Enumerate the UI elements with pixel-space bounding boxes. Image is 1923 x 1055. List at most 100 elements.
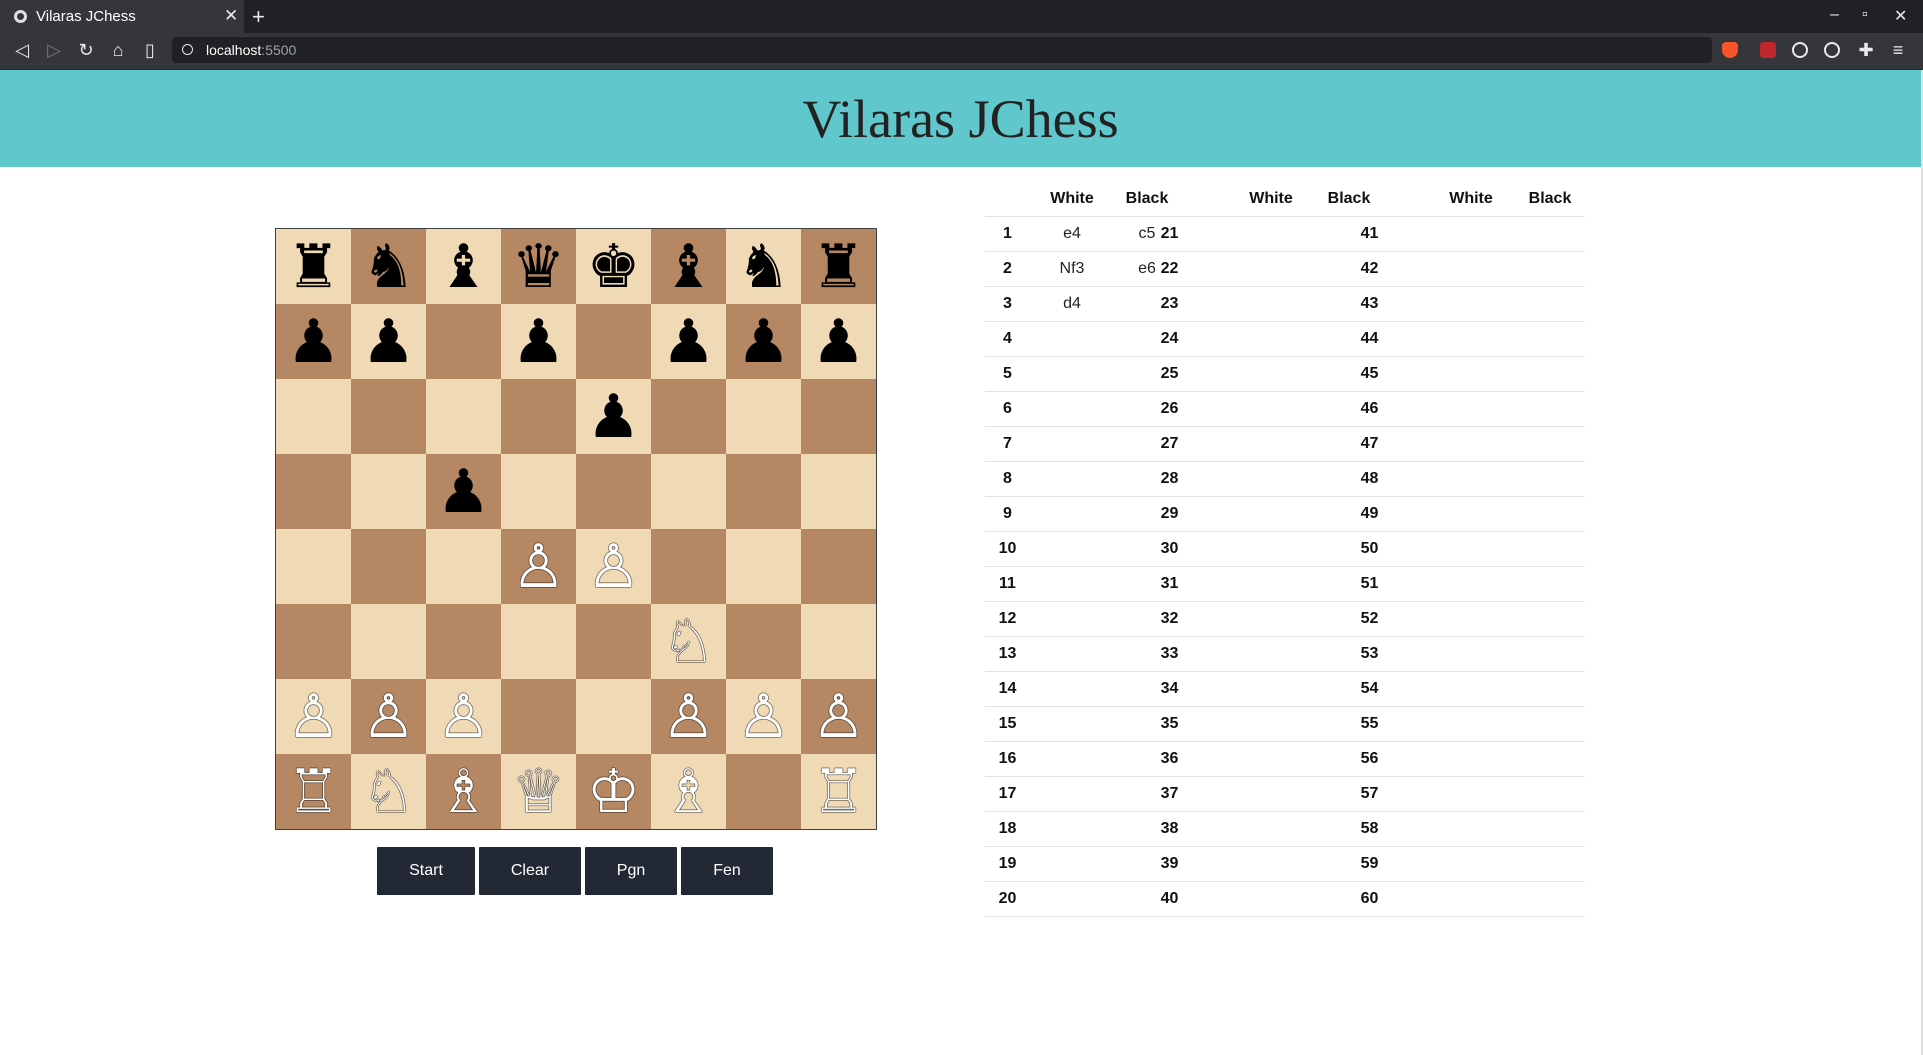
square-h4[interactable] — [801, 529, 876, 604]
white-pawn-piece[interactable]: ♙ — [287, 687, 341, 747]
white-pawn-piece[interactable]: ♙ — [587, 537, 641, 597]
square-a2[interactable]: ♙ — [276, 679, 351, 754]
reload-icon[interactable]: ↻ — [76, 40, 96, 61]
chess-board[interactable]: ♜ ♞ ♝ ♛ ♚ ♝ ♞ ♜ ♟ ♟ ♟ ♟ ♟ ♟ ♟ ♟ ♙ ♙ ♘ ♙ ♙ ♙ ♙ ♙ ♙ ♖ ♘ ♗ ♕ ♔ ♗ ♖ — [275, 228, 877, 830]
black-pawn-piece[interactable]: ♟ — [587, 387, 641, 447]
fen-button[interactable]: Fen — [681, 847, 773, 895]
white-rook-piece[interactable]: ♖ — [287, 762, 341, 822]
extension-react-icon[interactable] — [1824, 42, 1840, 58]
square-b4[interactable] — [351, 529, 426, 604]
square-c6[interactable] — [426, 379, 501, 454]
black-pawn-piece[interactable]: ♟ — [437, 462, 491, 522]
square-c8[interactable]: ♝ — [426, 229, 501, 304]
square-b2[interactable]: ♙ — [351, 679, 426, 754]
square-b3[interactable] — [351, 604, 426, 679]
black-bishop-piece[interactable]: ♝ — [437, 237, 491, 297]
square-f3[interactable]: ♘ — [651, 604, 726, 679]
square-g4[interactable] — [726, 529, 801, 604]
square-h7[interactable]: ♟ — [801, 304, 876, 379]
square-h6[interactable] — [801, 379, 876, 454]
extension-bird-icon[interactable] — [1792, 42, 1808, 58]
white-pawn-piece[interactable]: ♙ — [362, 687, 416, 747]
black-king-piece[interactable]: ♚ — [587, 237, 641, 297]
square-f2[interactable]: ♙ — [651, 679, 726, 754]
square-c2[interactable]: ♙ — [426, 679, 501, 754]
square-c3[interactable] — [426, 604, 501, 679]
square-b8[interactable]: ♞ — [351, 229, 426, 304]
pgn-button[interactable]: Pgn — [585, 847, 677, 895]
square-e5[interactable] — [576, 454, 651, 529]
white-rook-piece[interactable]: ♖ — [812, 762, 866, 822]
black-knight-piece[interactable]: ♞ — [737, 237, 791, 297]
square-a5[interactable] — [276, 454, 351, 529]
square-c4[interactable] — [426, 529, 501, 604]
square-f1[interactable]: ♗ — [651, 754, 726, 829]
bookmark-icon[interactable]: ▯ — [140, 40, 160, 61]
maximize-icon[interactable]: ▫ — [1862, 6, 1868, 24]
white-bishop-piece[interactable]: ♗ — [437, 762, 491, 822]
square-e4[interactable]: ♙ — [576, 529, 651, 604]
black-pawn-piece[interactable]: ♟ — [512, 312, 566, 372]
square-a3[interactable] — [276, 604, 351, 679]
square-d5[interactable] — [501, 454, 576, 529]
square-a6[interactable] — [276, 379, 351, 454]
minimize-icon[interactable]: – — [1830, 6, 1839, 24]
white-knight-piece[interactable]: ♘ — [662, 612, 716, 672]
black-pawn-piece[interactable]: ♟ — [737, 312, 791, 372]
home-icon[interactable]: ⌂ — [108, 40, 128, 61]
square-g2[interactable]: ♙ — [726, 679, 801, 754]
square-e7[interactable] — [576, 304, 651, 379]
white-queen-piece[interactable]: ♕ — [512, 762, 566, 822]
close-tab-icon[interactable]: ✕ — [224, 6, 238, 26]
square-e8[interactable]: ♚ — [576, 229, 651, 304]
white-knight-piece[interactable]: ♘ — [362, 762, 416, 822]
brave-shield-icon[interactable] — [1722, 42, 1738, 58]
start-button[interactable]: Start — [377, 847, 475, 895]
browser-tab[interactable]: Vilaras JChess ✕ — [0, 0, 244, 33]
extensions-puzzle-icon[interactable]: ✚ — [1856, 40, 1876, 61]
black-pawn-piece[interactable]: ♟ — [812, 312, 866, 372]
extension-lastpass-icon[interactable] — [1760, 42, 1776, 58]
square-b1[interactable]: ♘ — [351, 754, 426, 829]
black-rook-piece[interactable]: ♜ — [287, 237, 341, 297]
square-d3[interactable] — [501, 604, 576, 679]
white-move[interactable]: Nf3 — [1040, 252, 1104, 286]
black-bishop-piece[interactable]: ♝ — [662, 237, 716, 297]
square-b6[interactable] — [351, 379, 426, 454]
square-d8[interactable]: ♛ — [501, 229, 576, 304]
clear-button[interactable]: Clear — [479, 847, 581, 895]
white-pawn-piece[interactable]: ♙ — [812, 687, 866, 747]
square-c7[interactable] — [426, 304, 501, 379]
square-g6[interactable] — [726, 379, 801, 454]
menu-icon[interactable]: ≡ — [1888, 40, 1908, 61]
square-f6[interactable] — [651, 379, 726, 454]
square-d7[interactable]: ♟ — [501, 304, 576, 379]
white-pawn-piece[interactable]: ♙ — [737, 687, 791, 747]
square-e2[interactable] — [576, 679, 651, 754]
black-rook-piece[interactable]: ♜ — [812, 237, 866, 297]
square-c1[interactable]: ♗ — [426, 754, 501, 829]
white-pawn-piece[interactable]: ♙ — [512, 537, 566, 597]
back-icon[interactable]: ◁ — [12, 40, 32, 61]
black-pawn-piece[interactable]: ♟ — [662, 312, 716, 372]
square-e1[interactable]: ♔ — [576, 754, 651, 829]
square-a7[interactable]: ♟ — [276, 304, 351, 379]
square-h5[interactable] — [801, 454, 876, 529]
square-f4[interactable] — [651, 529, 726, 604]
square-f5[interactable] — [651, 454, 726, 529]
black-queen-piece[interactable]: ♛ — [512, 237, 566, 297]
address-bar[interactable]: localhost:5500 — [172, 37, 1712, 63]
square-c5[interactable]: ♟ — [426, 454, 501, 529]
square-b7[interactable]: ♟ — [351, 304, 426, 379]
square-f8[interactable]: ♝ — [651, 229, 726, 304]
square-d6[interactable] — [501, 379, 576, 454]
square-a4[interactable] — [276, 529, 351, 604]
white-king-piece[interactable]: ♔ — [587, 762, 641, 822]
square-h1[interactable]: ♖ — [801, 754, 876, 829]
square-a1[interactable]: ♖ — [276, 754, 351, 829]
square-h8[interactable]: ♜ — [801, 229, 876, 304]
white-pawn-piece[interactable]: ♙ — [437, 687, 491, 747]
black-knight-piece[interactable]: ♞ — [362, 237, 416, 297]
square-g8[interactable]: ♞ — [726, 229, 801, 304]
square-g5[interactable] — [726, 454, 801, 529]
